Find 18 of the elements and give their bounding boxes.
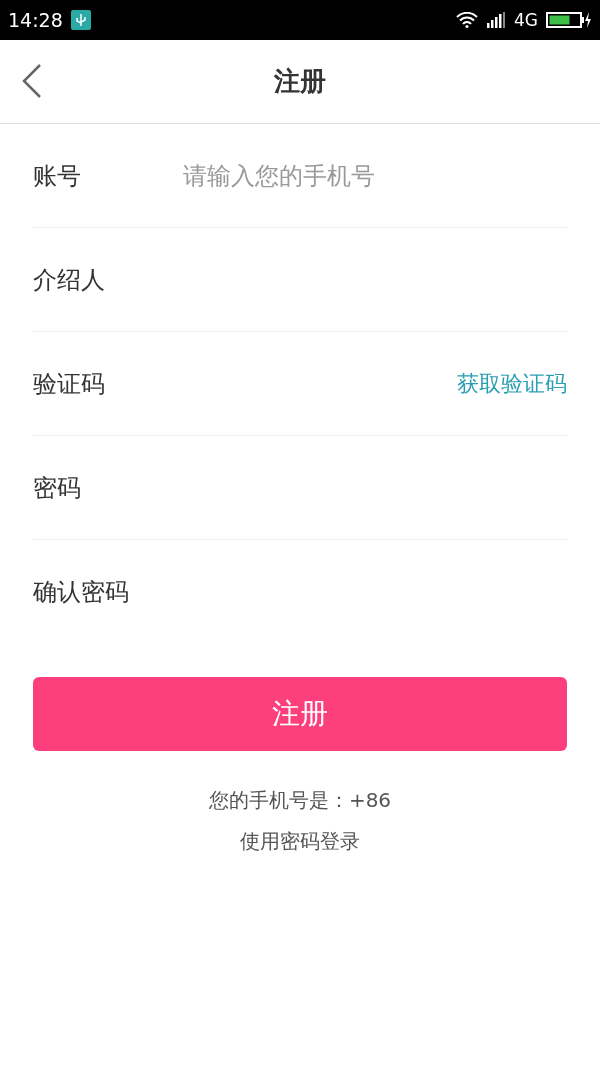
get-code-link[interactable]: 获取验证码 xyxy=(457,368,567,399)
back-icon[interactable] xyxy=(22,64,42,98)
usb-icon xyxy=(70,10,91,30)
password-login-link[interactable]: 使用密码登录 xyxy=(240,829,360,853)
field-label: 账号 xyxy=(33,160,82,192)
field-label: 验证码 xyxy=(33,368,106,400)
phone-note: 您的手机号是：+86 xyxy=(207,787,393,814)
clock: 14:28 xyxy=(8,9,63,31)
register-button[interactable]: 注册 xyxy=(33,677,567,751)
battery-charging-icon xyxy=(546,11,592,29)
network-type: 4G xyxy=(514,10,538,30)
page-title: 注册 xyxy=(274,65,326,98)
signal-icon xyxy=(486,12,506,28)
input-field[interactable]: 请输入您的手机号 xyxy=(183,155,567,196)
field-label: 密码 xyxy=(33,472,82,504)
field-label: 介绍人 xyxy=(33,264,106,296)
wifi-icon xyxy=(456,12,478,28)
field-label: 确认密码 xyxy=(33,576,130,608)
